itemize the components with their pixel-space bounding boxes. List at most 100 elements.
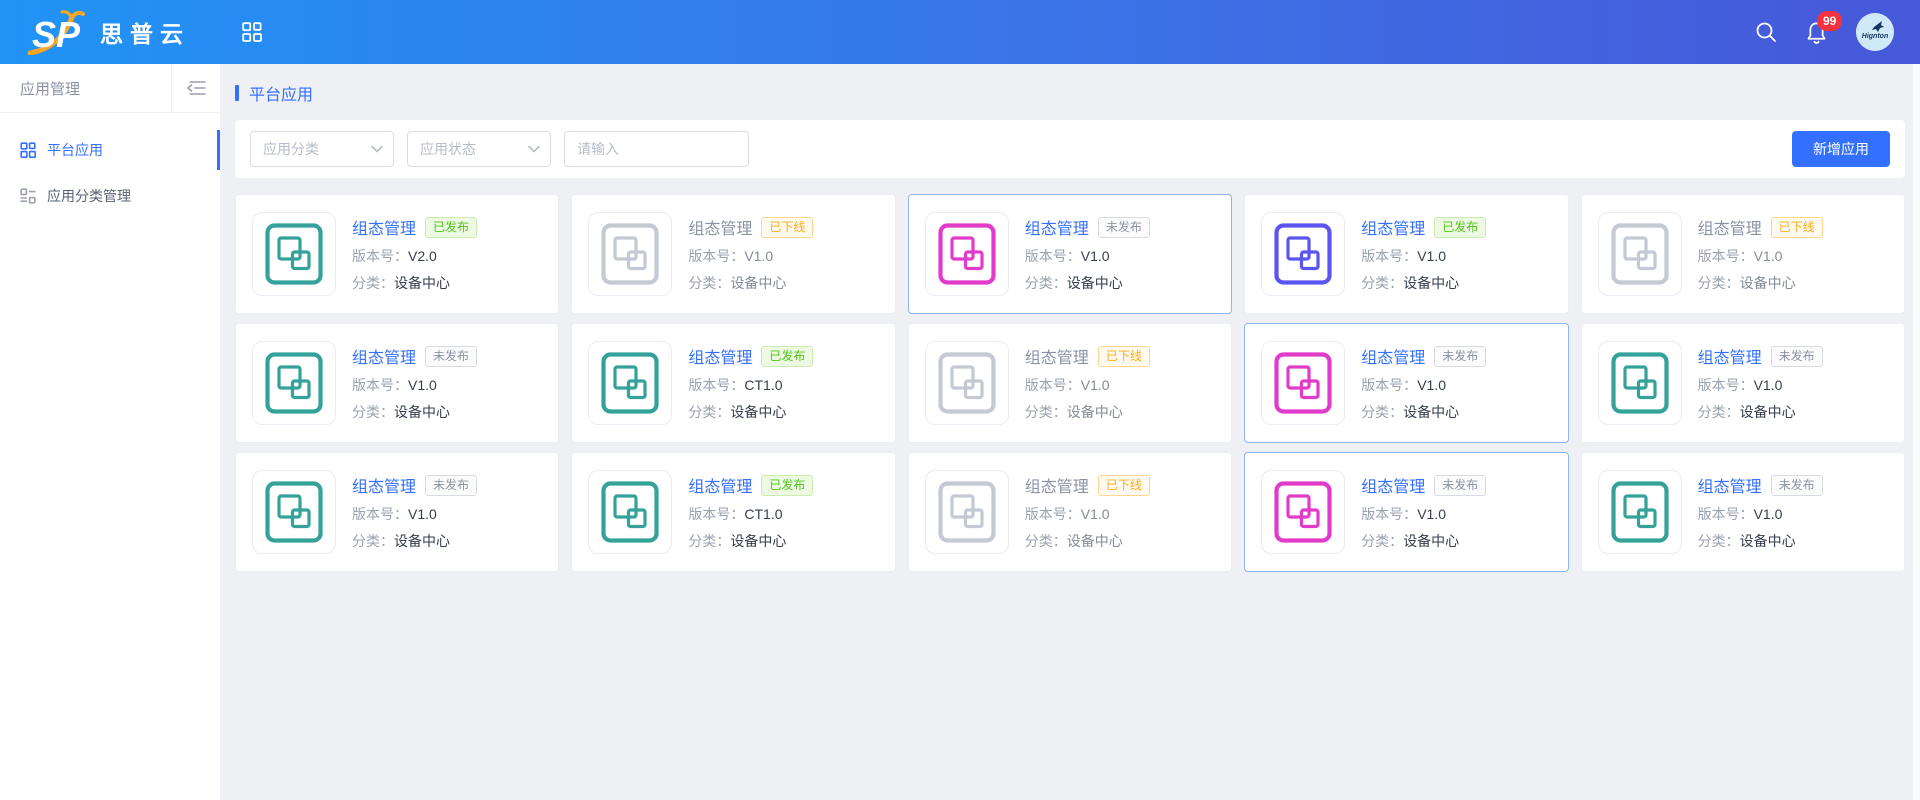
- app-card[interactable]: 组态管理 已发布 版本号：CT1.0 分类：设备中心: [571, 452, 895, 572]
- app-version-row: 版本号：V1.0: [1025, 504, 1150, 524]
- app-version-row: 版本号：CT1.0: [688, 375, 813, 395]
- app-card[interactable]: 组态管理 未发布 版本号：V1.0 分类：设备中心: [1581, 323, 1905, 443]
- notification-count-badge: 99: [1817, 11, 1842, 31]
- notification-bell-icon[interactable]: 99: [1805, 20, 1828, 45]
- app-card-info: 组态管理 未发布 版本号：V1.0 分类：设备中心: [352, 344, 477, 422]
- app-icon-box: [925, 341, 1009, 425]
- app-card[interactable]: 组态管理 未发布 版本号：V1.0 分类：设备中心: [1581, 452, 1905, 572]
- app-version-row: 版本号：V2.0: [352, 246, 477, 266]
- app-card-grid: 组态管理 已发布 版本号：V2.0 分类：设备中心 组态管理 已下线 版本号：V…: [235, 194, 1905, 572]
- overlapping-squares-icon: [1611, 223, 1669, 285]
- app-title-link[interactable]: 组态管理: [688, 215, 752, 239]
- sidebar-item-label: 应用分类管理: [47, 186, 131, 206]
- app-title-link[interactable]: 组态管理: [1361, 473, 1425, 497]
- app-category-row: 分类：设备中心: [688, 531, 813, 551]
- app-category-row: 分类：设备中心: [1361, 273, 1486, 293]
- select-placeholder: 应用分类: [263, 139, 319, 159]
- app-card[interactable]: 组态管理 未发布 版本号：V1.0 分类：设备中心: [235, 323, 559, 443]
- app-icon-box: [1261, 212, 1345, 296]
- grid-icon: [20, 142, 36, 158]
- app-category-row: 分类：设备中心: [352, 273, 477, 293]
- filter-panel: 应用分类 应用状态 新增应用: [235, 120, 1905, 178]
- app-icon-box: [1598, 341, 1682, 425]
- search-icon[interactable]: [1755, 21, 1777, 43]
- overlapping-squares-icon: [265, 481, 323, 543]
- app-card-info: 组态管理 已发布 版本号：CT1.0 分类：设备中心: [688, 473, 813, 551]
- add-app-button[interactable]: 新增应用: [1792, 131, 1890, 167]
- app-category-row: 分类：设备中心: [1025, 273, 1150, 293]
- app-card[interactable]: 组态管理 已发布 版本号：V2.0 分类：设备中心: [235, 194, 559, 314]
- app-card[interactable]: 组态管理 已下线 版本号：V1.0 分类：设备中心: [908, 323, 1232, 443]
- app-category-row: 分类：设备中心: [688, 273, 813, 293]
- app-icon-box: [588, 341, 672, 425]
- app-card[interactable]: 组态管理 已下线 版本号：V1.0 分类：设备中心: [1581, 194, 1905, 314]
- app-title-link[interactable]: 组态管理: [1025, 344, 1089, 368]
- status-badge: 未发布: [1771, 346, 1823, 367]
- status-badge: 未发布: [1434, 475, 1486, 496]
- chevron-down-icon: [371, 145, 383, 153]
- app-card-info: 组态管理 未发布 版本号：V1.0 分类：设备中心: [1361, 344, 1486, 422]
- app-card-info: 组态管理 已下线 版本号：V1.0 分类：设备中心: [1025, 473, 1150, 551]
- app-version-row: 版本号：V1.0: [1361, 375, 1486, 395]
- overlapping-squares-icon: [265, 352, 323, 414]
- app-title-link[interactable]: 组态管理: [1361, 344, 1425, 368]
- app-title-link[interactable]: 组态管理: [1361, 215, 1425, 239]
- app-title-link[interactable]: 组态管理: [688, 473, 752, 497]
- app-title-link[interactable]: 组态管理: [1025, 215, 1089, 239]
- select-placeholder: 应用状态: [420, 139, 476, 159]
- app-card[interactable]: 组态管理 未发布 版本号：V1.0 分类：设备中心: [235, 452, 559, 572]
- search-input[interactable]: [564, 131, 749, 167]
- app-card[interactable]: 组态管理 已发布 版本号：CT1.0 分类：设备中心: [571, 323, 895, 443]
- app-category-select[interactable]: 应用分类: [250, 131, 394, 167]
- app-card[interactable]: 组态管理 未发布 版本号：V1.0 分类：设备中心: [1244, 323, 1568, 443]
- app-title-link[interactable]: 组态管理: [352, 344, 416, 368]
- app-title-link[interactable]: 组态管理: [688, 344, 752, 368]
- app-card[interactable]: 组态管理 未发布 版本号：V1.0 分类：设备中心: [1244, 452, 1568, 572]
- apps-grid-icon[interactable]: [242, 22, 262, 42]
- app-version-row: 版本号：V1.0: [1698, 504, 1823, 524]
- status-badge: 已发布: [1434, 217, 1486, 238]
- collapse-sidebar-icon[interactable]: [171, 64, 220, 113]
- sidebar-item-platform-apps[interactable]: 平台应用: [0, 127, 220, 173]
- app-category-row: 分类：设备中心: [1025, 531, 1150, 551]
- sidebar: 应用管理 平台应用: [0, 64, 220, 800]
- app-icon-box: [1261, 341, 1345, 425]
- overlapping-squares-icon: [1611, 481, 1669, 543]
- app-category-row: 分类：设备中心: [1698, 402, 1823, 422]
- app-title-link[interactable]: 组态管理: [1698, 215, 1762, 239]
- app-category-row: 分类：设备中心: [1698, 273, 1823, 293]
- status-badge: 已发布: [761, 475, 813, 496]
- scrollbar-track[interactable]: [1912, 64, 1920, 800]
- app-icon-box: [588, 470, 672, 554]
- overlapping-squares-icon: [938, 223, 996, 285]
- app-card-info: 组态管理 已下线 版本号：V1.0 分类：设备中心: [1025, 344, 1150, 422]
- app-title-link[interactable]: 组态管理: [352, 473, 416, 497]
- brand-name: 思普云: [100, 15, 190, 49]
- svg-text:SP: SP: [32, 14, 81, 55]
- app-card[interactable]: 组态管理 未发布 版本号：V1.0 分类：设备中心: [908, 194, 1232, 314]
- overlapping-squares-icon: [601, 481, 659, 543]
- sidebar-title: 应用管理: [0, 78, 171, 99]
- sidebar-menu: 平台应用 应用分类管理: [0, 113, 220, 219]
- main-content: 平台应用 应用分类 应用状态 新增应用 组态管理: [220, 64, 1920, 800]
- app-card-info: 组态管理 已发布 版本号：V1.0 分类：设备中心: [1361, 215, 1486, 293]
- app-card[interactable]: 组态管理 已发布 版本号：V1.0 分类：设备中心: [1244, 194, 1568, 314]
- app-card-info: 组态管理 未发布 版本号：V1.0 分类：设备中心: [352, 473, 477, 551]
- app-category-row: 分类：设备中心: [1698, 531, 1823, 551]
- app-card[interactable]: 组态管理 已下线 版本号：V1.0 分类：设备中心: [908, 452, 1232, 572]
- app-icon-box: [252, 212, 336, 296]
- app-title-link[interactable]: 组态管理: [1025, 473, 1089, 497]
- app-status-select[interactable]: 应用状态: [407, 131, 551, 167]
- app-icon-box: [925, 212, 1009, 296]
- app-title-link[interactable]: 组态管理: [1698, 344, 1762, 368]
- app-icon-box: [925, 470, 1009, 554]
- overlapping-squares-icon: [938, 481, 996, 543]
- app-category-row: 分类：设备中心: [1361, 402, 1486, 422]
- avatar[interactable]: Hignton: [1856, 13, 1894, 51]
- sidebar-item-app-categories[interactable]: 应用分类管理: [0, 173, 220, 219]
- app-card[interactable]: 组态管理 已下线 版本号：V1.0 分类：设备中心: [571, 194, 895, 314]
- app-title-link[interactable]: 组态管理: [352, 215, 416, 239]
- app-version-row: 版本号：V1.0: [352, 375, 477, 395]
- app-title-link[interactable]: 组态管理: [1698, 473, 1762, 497]
- app-version-row: 版本号：V1.0: [352, 504, 477, 524]
